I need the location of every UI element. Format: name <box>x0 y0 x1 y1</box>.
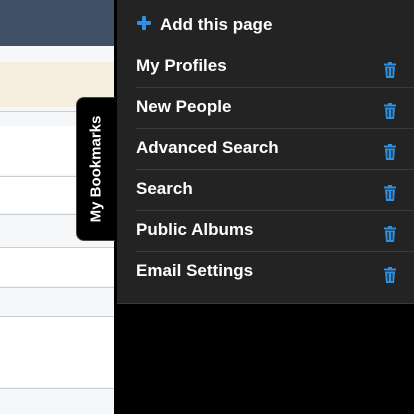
page-row <box>0 248 114 286</box>
plus-icon <box>137 16 151 30</box>
bookmark-item-public-albums[interactable]: Public Albums <box>136 211 414 252</box>
my-bookmarks-tab[interactable]: My Bookmarks <box>76 97 115 241</box>
divider <box>0 287 114 288</box>
bookmarks-drawer: Add this page My Profiles New People Adv… <box>114 0 414 414</box>
bookmark-label: Public Albums <box>136 220 254 239</box>
bookmark-item-search[interactable]: Search <box>136 170 414 211</box>
bookmarks-panel: Add this page My Profiles New People Adv… <box>117 0 414 304</box>
bookmark-item-new-people[interactable]: New People <box>136 88 414 129</box>
trash-icon[interactable] <box>383 267 397 283</box>
bookmark-label: Advanced Search <box>136 138 279 157</box>
page-row <box>0 317 114 387</box>
bookmark-list: My Profiles New People Advanced Search S… <box>136 47 414 292</box>
trash-icon[interactable] <box>383 144 397 160</box>
divider <box>0 388 114 389</box>
bookmark-label: My Profiles <box>136 56 227 75</box>
bookmark-label: New People <box>136 97 232 116</box>
bookmark-label: Email Settings <box>136 261 254 280</box>
bookmark-item-my-profiles[interactable]: My Profiles <box>136 47 414 88</box>
bookmark-label: Search <box>136 179 193 198</box>
add-this-page-button[interactable]: Add this page <box>117 4 414 44</box>
bookmark-item-email-settings[interactable]: Email Settings <box>136 252 414 292</box>
add-this-page-label: Add this page <box>160 15 273 34</box>
trash-icon[interactable] <box>383 226 397 242</box>
trash-icon[interactable] <box>383 62 397 78</box>
page-header-bar <box>0 0 114 46</box>
bookmark-item-advanced-search[interactable]: Advanced Search <box>136 129 414 170</box>
trash-icon[interactable] <box>383 185 397 201</box>
my-bookmarks-tab-label: My Bookmarks <box>87 115 105 223</box>
trash-icon[interactable] <box>383 103 397 119</box>
